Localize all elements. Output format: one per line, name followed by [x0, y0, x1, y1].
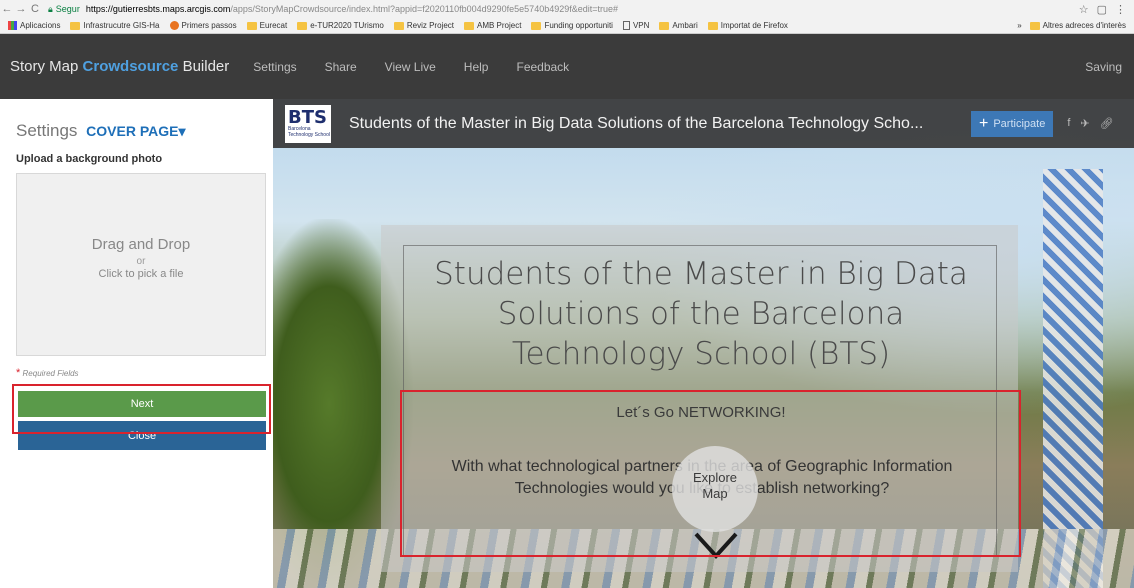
- secure-label: Segur: [55, 4, 80, 14]
- extension-icon[interactable]: ▢: [1097, 3, 1107, 16]
- bookmark-other[interactable]: Altres adreces d'interès: [1026, 21, 1130, 30]
- bookmark-item[interactable]: Importat de Firefox: [704, 21, 792, 30]
- link-icon[interactable]: 🔗︎: [1100, 117, 1114, 130]
- folder-icon: [393, 21, 404, 30]
- url-host: https://gutierresbts.maps.arcgis.com: [85, 4, 231, 14]
- star-icon[interactable]: ☆: [1079, 3, 1089, 16]
- settings-title: Settings COVER PAGE▾: [16, 121, 186, 140]
- nav-share[interactable]: Share: [325, 60, 357, 74]
- participate-button[interactable]: + Participate: [971, 110, 1054, 137]
- bookmark-item[interactable]: Ambari: [655, 21, 701, 30]
- drop-main-text: Drag and Drop: [91, 236, 191, 253]
- folder-icon: [463, 21, 474, 30]
- required-star-icon: *: [16, 367, 21, 379]
- app-header: Story Map Crowdsource Builder Settings S…: [0, 34, 1134, 99]
- apps-icon: [8, 21, 17, 30]
- bookmark-item[interactable]: AMB Project: [460, 21, 525, 30]
- bookmarks-more[interactable]: »: [1017, 21, 1021, 30]
- folder-icon: [70, 21, 81, 30]
- background-tower: [1043, 169, 1103, 588]
- nav-help[interactable]: Help: [464, 60, 489, 74]
- folder-icon: [1029, 21, 1040, 30]
- preview-header: BTS Barcelona Technology School Students…: [273, 99, 1134, 148]
- browser-toolbar: ← → C 🔒︎ Segur https://gutierresbts.maps…: [0, 0, 1134, 18]
- bookmarks-bar: Aplicacions Infrastrucutre GIS-Ha Primer…: [0, 18, 1134, 34]
- folder-icon: [707, 21, 718, 30]
- bookmark-item[interactable]: Infrastrucutre GIS-Ha: [66, 21, 163, 30]
- folder-icon: [531, 21, 542, 30]
- bookmark-item[interactable]: Primers passos: [166, 21, 241, 30]
- photo-drop-zone[interactable]: Drag and Drop or Click to pick a file: [16, 173, 266, 356]
- section-dropdown[interactable]: COVER PAGE▾: [86, 123, 185, 139]
- lock-icon: 🔒︎: [48, 3, 53, 14]
- preview-title: Students of the Master in Big Data Solut…: [349, 114, 924, 132]
- plus-icon: +: [979, 114, 989, 132]
- menu-icon[interactable]: ⋮: [1115, 3, 1126, 16]
- folder-icon: [659, 21, 670, 30]
- pick-file-link[interactable]: Click to pick a file: [17, 268, 265, 280]
- address-bar[interactable]: https://gutierresbts.maps.arcgis.com/app…: [86, 4, 1079, 14]
- document-icon: [622, 21, 630, 30]
- bookmark-item[interactable]: e-TUR2020 TUrismo: [293, 21, 388, 30]
- required-fields-note: * Required Fields: [16, 367, 79, 379]
- url-path: /apps/StoryMapCrowdsource/index.html?app…: [230, 4, 619, 14]
- twitter-icon[interactable]: ✈: [1080, 117, 1089, 130]
- forward-icon[interactable]: →: [14, 3, 28, 15]
- next-highlight-box: [12, 384, 271, 434]
- bts-logo: BTS Barcelona Technology School: [285, 104, 331, 143]
- settings-sidebar: Settings COVER PAGE▾ Upload a background…: [0, 99, 273, 588]
- facebook-icon[interactable]: f: [1067, 117, 1070, 130]
- folder-icon: [246, 21, 257, 30]
- social-links: f ✈ 🔗︎: [1067, 117, 1113, 130]
- folder-icon: [297, 21, 308, 30]
- bookmark-item[interactable]: Eurecat: [243, 21, 292, 30]
- bookmark-apps[interactable]: Aplicacions: [4, 21, 64, 30]
- save-status: Saving: [1085, 59, 1122, 74]
- cover-title[interactable]: Students of the Master in Big Data Solut…: [414, 254, 988, 374]
- nav-view-live[interactable]: View Live: [385, 60, 436, 74]
- cover-highlight-box: [400, 390, 1021, 557]
- caret-down-icon: ▾: [178, 123, 186, 139]
- back-icon[interactable]: ←: [0, 3, 14, 15]
- bookmark-item[interactable]: VPN: [619, 21, 653, 30]
- app-title: Story Map Crowdsource Builder: [10, 58, 230, 75]
- firefox-icon: [169, 21, 179, 30]
- drop-or-text: or: [136, 256, 146, 267]
- story-preview: BTS Barcelona Technology School Students…: [273, 99, 1134, 588]
- nav-feedback[interactable]: Feedback: [516, 60, 569, 74]
- reload-icon[interactable]: C: [28, 3, 42, 15]
- bookmark-item[interactable]: Reviz Project: [390, 21, 458, 30]
- nav-settings[interactable]: Settings: [253, 60, 296, 74]
- app-nav: Settings Share View Live Help Feedback: [253, 60, 569, 74]
- upload-label: Upload a background photo: [16, 153, 163, 165]
- bookmark-item[interactable]: Funding opportuniti: [527, 21, 617, 30]
